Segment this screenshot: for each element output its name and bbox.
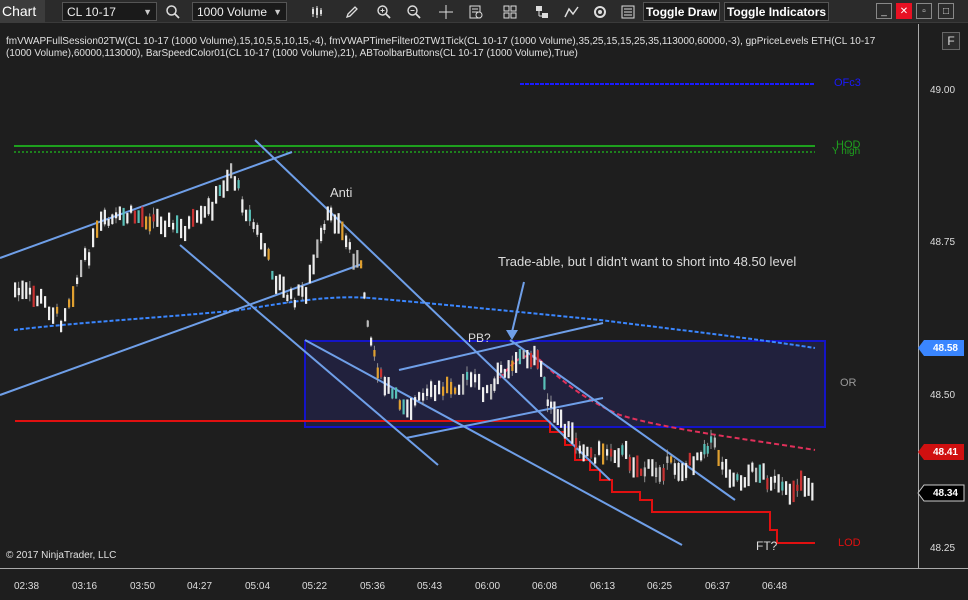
time-tick: 06:08 <box>532 581 558 592</box>
time-tick: 05:36 <box>360 581 386 592</box>
time-tick: 06:48 <box>762 581 788 592</box>
time-tick: 06:37 <box>705 581 731 592</box>
time-tick: 02:38 <box>14 581 40 592</box>
time-tick: 06:13 <box>590 581 616 592</box>
time-tick: 05:04 <box>245 581 271 592</box>
last-price-label: 48.34 <box>932 488 958 499</box>
price-label-shapes <box>917 340 965 502</box>
time-tick: 06:00 <box>475 581 501 592</box>
vwap-price-label: 48.58 <box>932 343 958 354</box>
time-tick: 05:43 <box>417 581 443 592</box>
time-tick: 03:50 <box>130 581 156 592</box>
time-tick: 06:25 <box>647 581 673 592</box>
time-tick: 04:27 <box>187 581 213 592</box>
time-tick: 05:22 <box>302 581 328 592</box>
red-level-price-label: 48.41 <box>932 447 958 458</box>
time-tick: 03:16 <box>72 581 98 592</box>
